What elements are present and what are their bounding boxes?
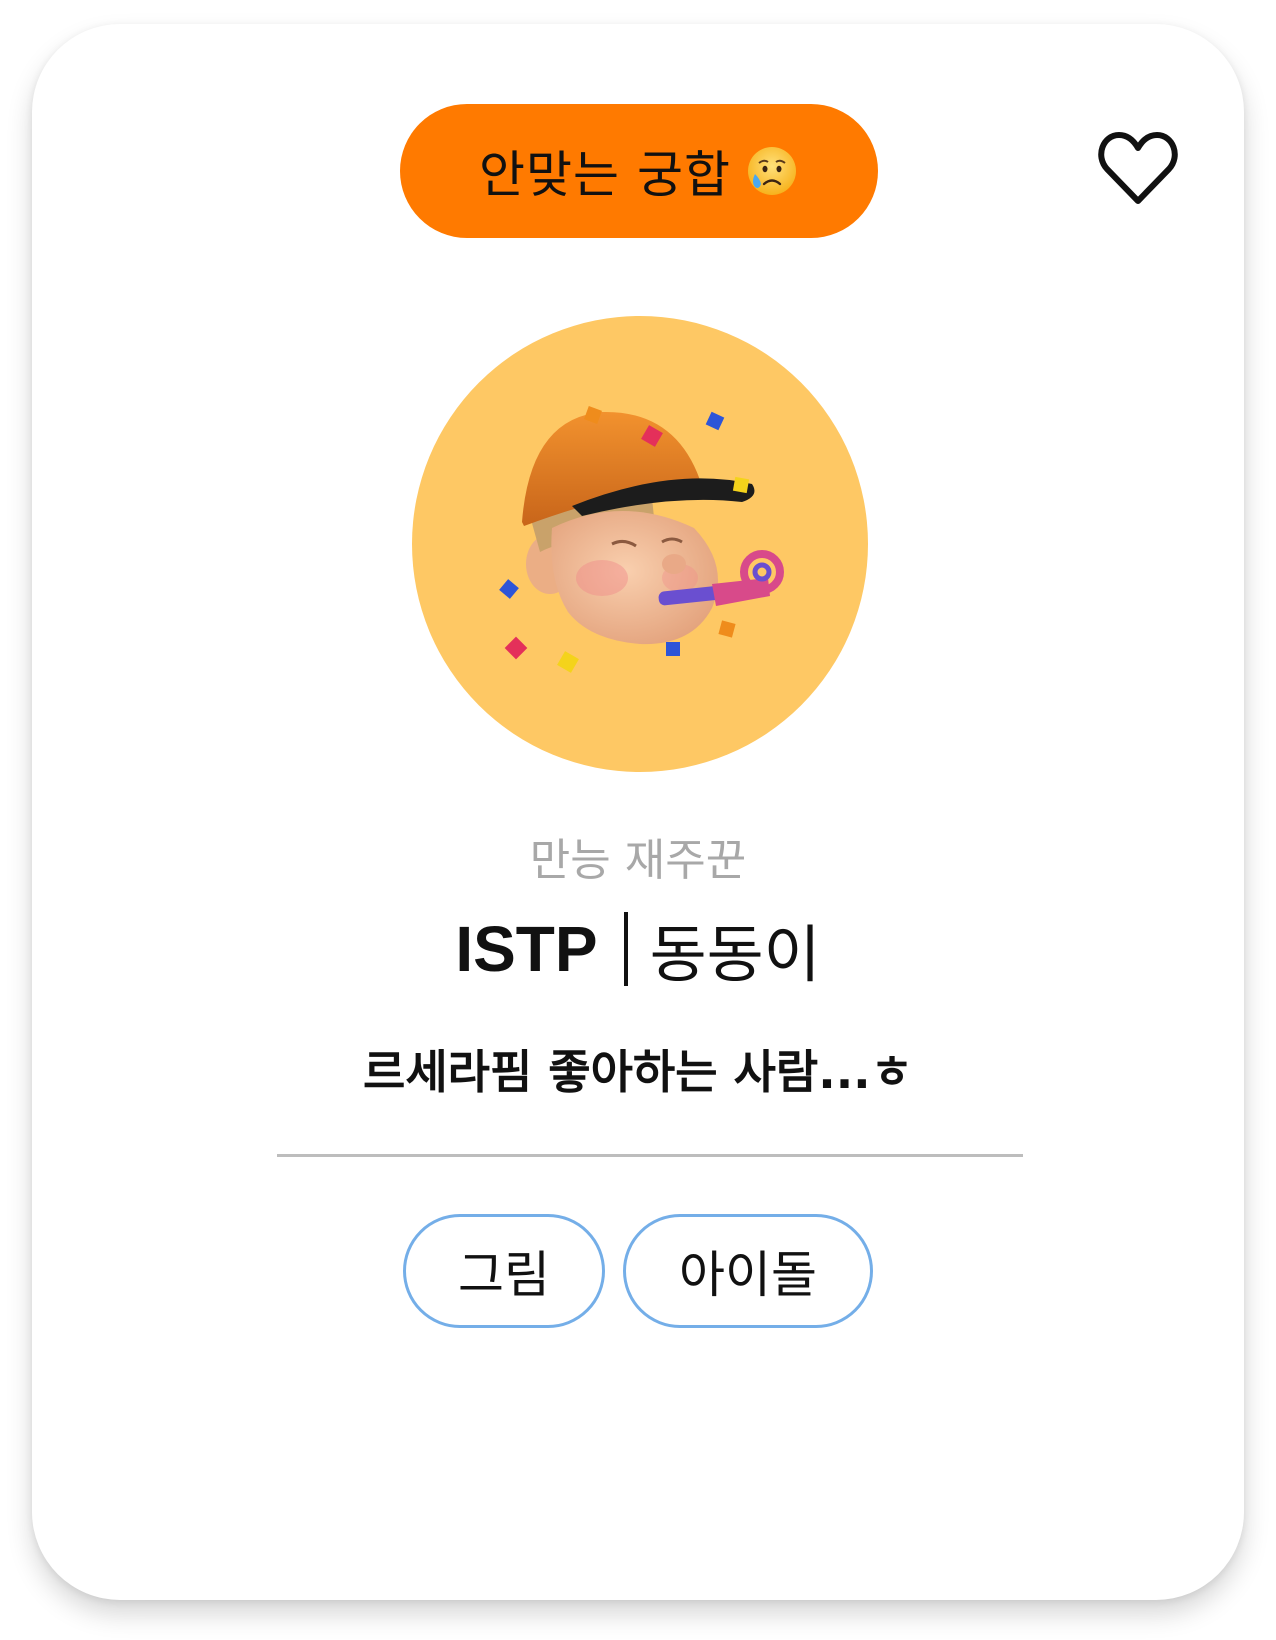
nickname: 동동이: [649, 918, 821, 991]
profile-bio: 르세라핌 좋아하는 사람...ㅎ: [363, 1045, 913, 1099]
compatibility-label: 안맞는 궁합: [479, 146, 731, 204]
heart-icon[interactable]: [1097, 129, 1179, 207]
interest-tag[interactable]: 아이돌: [623, 1214, 873, 1328]
party-memoji-icon: [499, 406, 784, 673]
profile-card: 안맞는 궁합 만능 재주꾼 ISTP 동동이 르세라핌 좋아하는 사람...ㅎ …: [32, 24, 1244, 1600]
mbti-type: ISTP: [455, 913, 598, 985]
divider: [277, 1154, 1023, 1157]
sad-sweat-face-icon: [747, 147, 796, 195]
name-separator: [623, 912, 628, 986]
profile-name-line: ISTP 동동이: [32, 904, 1244, 994]
interest-tag[interactable]: 그림: [403, 1214, 605, 1328]
compatibility-badge: 안맞는 궁합: [400, 104, 878, 238]
interest-tags: 그림 아이돌: [32, 1214, 1244, 1328]
avatar: [412, 316, 868, 772]
profile-subtitle: 만능 재주꾼: [529, 835, 747, 886]
